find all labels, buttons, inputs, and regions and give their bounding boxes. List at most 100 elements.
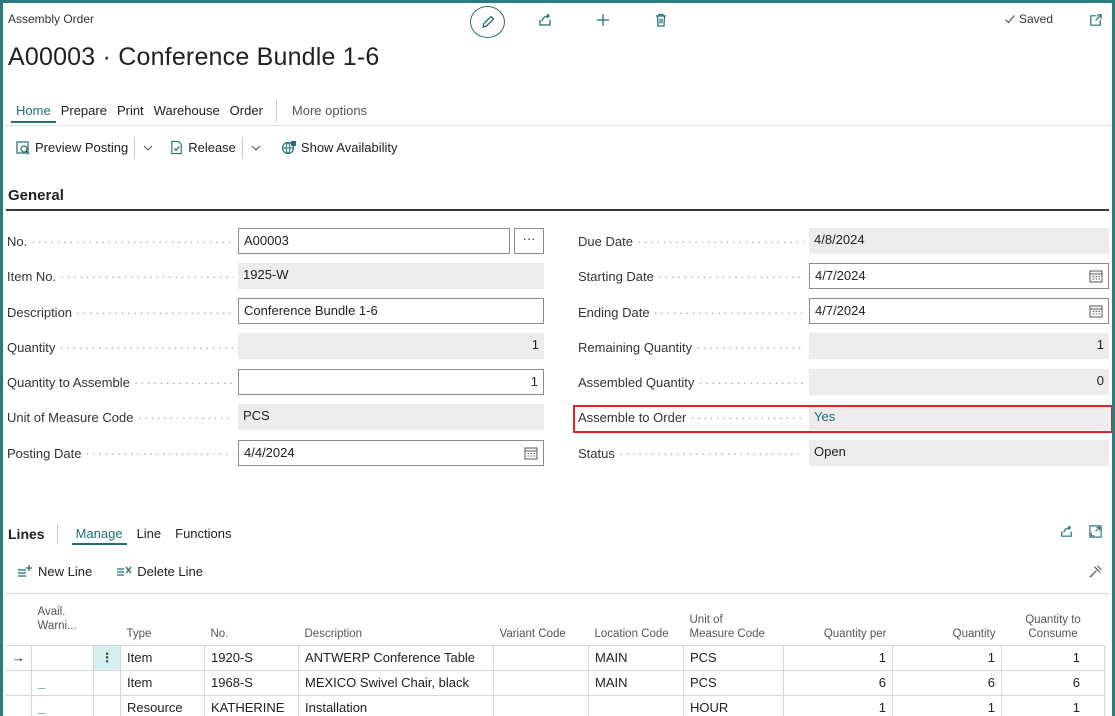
row-variant-code[interactable] bbox=[493, 645, 589, 671]
row-avail-warning[interactable]: _ bbox=[31, 695, 94, 716]
col-quantity[interactable]: Quantity bbox=[893, 603, 1002, 645]
section-divider bbox=[6, 209, 1109, 211]
row-uom-code[interactable]: PCS bbox=[683, 670, 784, 696]
row-description[interactable]: Installation bbox=[298, 695, 494, 716]
preview-posting-button[interactable]: Preview Posting bbox=[15, 140, 128, 156]
row-description[interactable]: MEXICO Swivel Chair, black bbox=[298, 670, 494, 696]
row-quantity-per[interactable]: 6 bbox=[783, 670, 893, 696]
expand-icon[interactable] bbox=[1085, 521, 1105, 541]
starting-date-field[interactable]: 4/7/2024 bbox=[809, 263, 1109, 289]
col-no[interactable]: No. bbox=[205, 603, 299, 645]
open-new-window-icon[interactable] bbox=[1085, 10, 1105, 30]
col-quantity-to-consume[interactable]: Quantity to Consume bbox=[1002, 603, 1105, 645]
delete-line-button[interactable]: Delete Line bbox=[116, 564, 203, 579]
field-label-due-date: Due Date································… bbox=[578, 234, 804, 249]
row-quantity-to-consume[interactable]: 1 bbox=[1001, 645, 1105, 671]
saved-status: Saved bbox=[1004, 12, 1053, 26]
lines-tab-line[interactable]: Line bbox=[133, 523, 166, 545]
page-title: A00003 · Conference Bundle 1-6 bbox=[8, 43, 380, 71]
row-variant-code[interactable] bbox=[493, 695, 589, 716]
row-type[interactable]: Item bbox=[120, 670, 205, 696]
col-quantity-per[interactable]: Quantity per bbox=[784, 603, 893, 645]
row-quantity[interactable]: 1 bbox=[892, 695, 1002, 716]
row-type[interactable]: Resource bbox=[120, 695, 205, 716]
col-uom-code[interactable]: Unit of Measure Code bbox=[684, 603, 784, 645]
calendar-icon[interactable] bbox=[524, 446, 538, 460]
new-line-button[interactable]: New Line bbox=[17, 564, 92, 579]
lines-tab-manage[interactable]: Manage bbox=[71, 523, 127, 545]
quantity-field[interactable]: 1 bbox=[238, 333, 544, 359]
more-options-button[interactable]: More options bbox=[287, 99, 372, 123]
lines-divider bbox=[56, 524, 58, 544]
table-row[interactable]: _ Resource KATHERINE Installation HOUR 1… bbox=[6, 695, 1105, 716]
item-no-field[interactable]: 1925-W bbox=[238, 263, 544, 289]
assembled-quantity-field[interactable]: 0 bbox=[809, 369, 1109, 395]
preview-posting-dropdown[interactable] bbox=[134, 137, 153, 158]
col-type[interactable]: Type bbox=[121, 603, 205, 645]
edit-button[interactable] bbox=[470, 6, 505, 38]
calendar-icon[interactable] bbox=[1089, 304, 1103, 318]
due-date-field[interactable]: 4/8/2024 bbox=[809, 228, 1109, 254]
no-lookup-button[interactable]: ··· bbox=[514, 228, 544, 254]
field-label-starting-date: Starting Date···························… bbox=[578, 269, 804, 284]
row-no[interactable]: 1920-S bbox=[204, 645, 299, 671]
lines-title[interactable]: Lines bbox=[8, 526, 45, 542]
row-quantity-per[interactable]: 1 bbox=[783, 645, 893, 671]
description-field[interactable]: Conference Bundle 1-6 bbox=[238, 298, 544, 324]
tab-home[interactable]: Home bbox=[11, 99, 56, 123]
action-bar: Home Prepare Print Warehouse Order More … bbox=[3, 97, 1112, 125]
row-no[interactable]: KATHERINE bbox=[204, 695, 299, 716]
tab-warehouse[interactable]: Warehouse bbox=[149, 99, 225, 123]
table-row[interactable]: _ Item 1968-S MEXICO Swivel Chair, black… bbox=[6, 670, 1105, 696]
row-location-code[interactable]: MAIN bbox=[588, 645, 684, 671]
row-location-code[interactable]: MAIN bbox=[588, 670, 684, 696]
row-menu-button[interactable]: ⋮ bbox=[93, 645, 121, 671]
row-quantity-per[interactable]: 1 bbox=[783, 695, 893, 716]
row-quantity[interactable]: 6 bbox=[892, 670, 1002, 696]
assemble-to-order-highlight bbox=[573, 405, 1112, 433]
remaining-quantity-field[interactable]: 1 bbox=[809, 333, 1109, 359]
col-variant-code[interactable]: Variant Code bbox=[494, 603, 589, 645]
page-type-label: Assembly Order bbox=[8, 12, 95, 26]
row-avail-warning[interactable]: _ bbox=[31, 670, 94, 696]
tab-print[interactable]: Print bbox=[112, 99, 149, 123]
quantity-to-assemble-field[interactable]: 1 bbox=[238, 369, 544, 395]
release-icon bbox=[171, 140, 182, 155]
share-icon[interactable] bbox=[1056, 521, 1076, 541]
tab-order[interactable]: Order bbox=[225, 99, 268, 123]
delete-icon[interactable] bbox=[651, 10, 671, 30]
lines-tab-functions[interactable]: Functions bbox=[171, 523, 235, 545]
row-location-code[interactable] bbox=[588, 695, 684, 716]
calendar-icon[interactable] bbox=[1089, 269, 1103, 283]
row-quantity[interactable]: 1 bbox=[892, 645, 1002, 671]
no-field[interactable]: A00003 bbox=[238, 228, 510, 254]
field-label-posting-date: Posting Date····························… bbox=[7, 446, 233, 461]
release-dropdown[interactable] bbox=[241, 137, 261, 158]
col-marker bbox=[6, 603, 32, 645]
general-section-title[interactable]: General bbox=[8, 187, 64, 204]
personalize-icon[interactable] bbox=[1085, 561, 1105, 581]
add-icon[interactable] bbox=[593, 10, 613, 30]
row-type[interactable]: Item bbox=[120, 645, 205, 671]
row-variant-code[interactable] bbox=[493, 670, 589, 696]
col-description[interactable]: Description bbox=[299, 603, 494, 645]
col-avail-warning[interactable]: Avail. Warni... bbox=[32, 603, 94, 645]
row-avail-warning[interactable] bbox=[31, 645, 94, 671]
row-no[interactable]: 1968-S bbox=[204, 670, 299, 696]
share-icon[interactable] bbox=[535, 10, 555, 30]
release-button[interactable]: Release bbox=[169, 140, 236, 155]
status-field[interactable]: Open bbox=[809, 440, 1109, 466]
tab-prepare[interactable]: Prepare bbox=[56, 99, 112, 123]
delete-line-label: Delete Line bbox=[137, 563, 203, 579]
ending-date-field[interactable]: 4/7/2024 bbox=[809, 298, 1109, 324]
row-uom-code[interactable]: PCS bbox=[683, 645, 784, 671]
posting-date-field[interactable]: 4/4/2024 bbox=[238, 440, 544, 466]
row-quantity-to-consume[interactable]: 1 bbox=[1001, 695, 1105, 716]
show-availability-button[interactable]: Show Availability bbox=[281, 140, 398, 156]
col-location-code[interactable]: Location Code bbox=[589, 603, 684, 645]
table-row[interactable]: → ⋮ Item 1920-S ANTWERP Conference Table… bbox=[6, 645, 1105, 671]
row-description[interactable]: ANTWERP Conference Table bbox=[298, 645, 494, 671]
row-uom-code[interactable]: HOUR bbox=[683, 695, 784, 716]
uom-code-field[interactable]: PCS bbox=[238, 404, 544, 430]
row-quantity-to-consume[interactable]: 6 bbox=[1001, 670, 1105, 696]
